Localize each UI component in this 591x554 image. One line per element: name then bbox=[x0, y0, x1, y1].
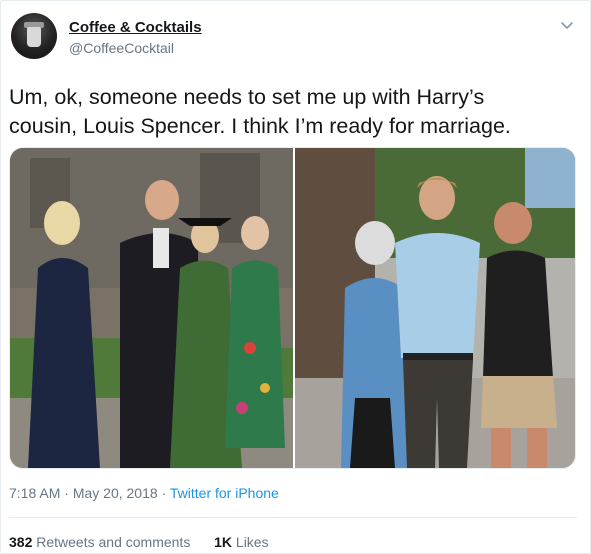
account-name[interactable]: Coffee & Cocktails bbox=[69, 19, 202, 36]
tweet-photo-wedding[interactable] bbox=[10, 148, 293, 468]
tweet-time[interactable]: 7:18 AM bbox=[9, 485, 60, 501]
tweet-media[interactable] bbox=[9, 147, 576, 469]
meta-separator: · bbox=[161, 485, 167, 501]
likes-count: 1K bbox=[214, 534, 233, 550]
likes-stat[interactable]: 1K Likes bbox=[214, 534, 268, 550]
tweet-text-line-1: Um, ok, someone needs to set me up with … bbox=[9, 85, 485, 109]
tweet-text-line-2: cousin, Louis Spencer. I think I’m ready… bbox=[9, 114, 511, 138]
retweets-label: Retweets and comments bbox=[36, 534, 191, 550]
account-handle[interactable]: @CoffeeCocktail bbox=[69, 40, 174, 56]
chevron-down-icon[interactable] bbox=[559, 17, 575, 33]
tweet-text: Um, ok, someone needs to set me up with … bbox=[9, 83, 584, 141]
tweet-card: Coffee & Cocktails @CoffeeCocktail Um, o… bbox=[0, 0, 591, 554]
divider bbox=[9, 517, 577, 518]
avatar[interactable] bbox=[11, 13, 57, 59]
likes-label: Likes bbox=[235, 534, 269, 550]
tweet-stats: 382 Retweets and comments 1K Likes bbox=[9, 534, 269, 550]
tweet-photo-street[interactable] bbox=[295, 148, 575, 468]
cocktail-glass-icon bbox=[27, 27, 41, 47]
retweets-count: 382 bbox=[9, 534, 33, 550]
tweet-date[interactable]: May 20, 2018 bbox=[73, 485, 158, 501]
tweet-source-link[interactable]: Twitter for iPhone bbox=[170, 485, 279, 501]
meta-separator: · bbox=[64, 485, 69, 501]
tweet-meta: 7:18 AM · May 20, 2018 · Twitter for iPh… bbox=[9, 485, 279, 501]
retweets-stat[interactable]: 382 Retweets and comments bbox=[9, 534, 194, 550]
